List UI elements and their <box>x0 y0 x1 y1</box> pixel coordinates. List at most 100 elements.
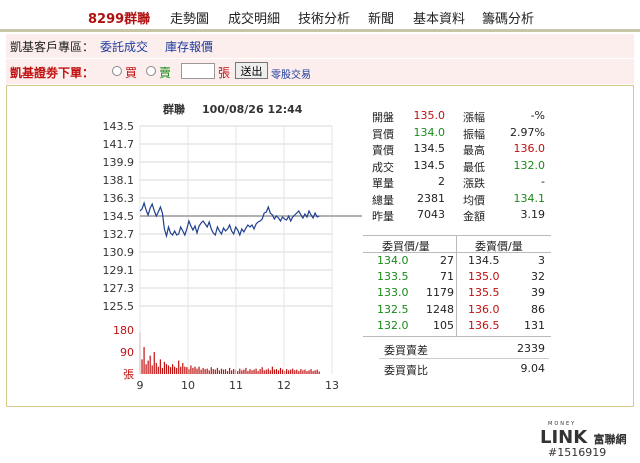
order-title: 凱基證劵下單： <box>10 66 95 80</box>
x-tick-label: 13 <box>325 379 339 392</box>
buy-radio[interactable] <box>112 66 122 76</box>
book-top-border <box>363 235 551 236</box>
y-tick-label: 125.5 <box>103 300 135 313</box>
y-tick-label: 127.3 <box>103 282 135 295</box>
ask-volume: 32 <box>531 270 545 284</box>
quote-label: 開盤 <box>372 111 394 124</box>
sell-radio[interactable] <box>146 66 156 76</box>
sell-label: 賣 <box>159 66 172 80</box>
bid-volume: 27 <box>440 254 454 267</box>
y-tick-label: 130.9 <box>103 246 135 259</box>
intraday-chart: 群聯 100/08/26 12:44 143.5 141.7 139.9 138.1 1… <box>103 102 362 392</box>
ratio-value: 9.04 <box>520 362 546 375</box>
y-tick-label: 129.1 <box>103 264 135 277</box>
link-orders[interactable]: 委託成交 <box>100 38 148 55</box>
summary-divider <box>379 358 549 359</box>
nav-trades[interactable]: 成交明細 <box>228 8 280 27</box>
volume-tick-label: 90 <box>120 346 134 359</box>
link-inventory[interactable]: 庫存報價 <box>165 38 213 55</box>
bid-volume: 1179 <box>426 286 454 300</box>
quote-label: 總量 <box>372 193 394 207</box>
quote-label: 漲跌 <box>463 177 485 190</box>
ratio-label: 委買賣比 <box>384 364 428 377</box>
order-bar: 凱基證劵下單： 買 賣 張 送出 零股交易 <box>6 59 634 84</box>
nav-news[interactable]: 新聞 <box>368 8 394 27</box>
ask-price: 135.5 <box>468 286 500 300</box>
unit-label: 張 <box>218 66 231 80</box>
ask-price: 136.0 <box>468 302 500 316</box>
quantity-input[interactable] <box>181 63 215 79</box>
send-button[interactable]: 送出 <box>235 62 268 79</box>
y-tick-label: 132.7 <box>103 228 135 241</box>
volume-tick-label: 180 <box>113 324 134 337</box>
volume-tick-label: 張 <box>123 368 134 381</box>
book-divider <box>456 235 457 336</box>
quote-label: 成交 <box>372 160 394 174</box>
price-line <box>139 201 320 239</box>
quote-label: 漲幅 <box>463 111 485 124</box>
nav-basic[interactable]: 基本資料 <box>413 8 465 27</box>
ask-volume: 86 <box>531 302 545 316</box>
y-tick-label: 139.9 <box>103 156 135 169</box>
quote-value: 136.0 <box>513 142 546 155</box>
image-code: #1516919 <box>548 446 607 459</box>
quote-label: 振幅 <box>463 127 485 141</box>
x-tick-label: 12 <box>277 379 291 392</box>
diff-label: 委買賣差 <box>384 344 428 357</box>
x-tick-label: 9 <box>137 379 144 392</box>
top-nav: 8299群聯 走勢圖 成交明細 技術分析 新聞 基本資料 籌碼分析 <box>0 0 640 32</box>
quote-label: 昨量 <box>372 210 394 223</box>
quote-value: 134.1 <box>513 191 546 205</box>
diff-value: 2339 <box>517 342 545 355</box>
quote-value: 2381 <box>417 191 445 205</box>
bid-volume: 1248 <box>426 302 454 316</box>
quote-value: 3.19 <box>520 208 546 221</box>
chart-title: 群聯 <box>162 102 185 116</box>
quote-value: 7043 <box>417 208 445 221</box>
quote-label: 買價 <box>372 127 394 141</box>
logo-link: LINK <box>540 427 588 448</box>
oddlot-link[interactable]: 零股交易 <box>271 66 311 81</box>
ask-volume: 131 <box>524 318 545 332</box>
bid-price: 134.0 <box>377 254 409 267</box>
ask-price: 134.5 <box>468 254 500 267</box>
y-tick-label: 141.7 <box>103 138 135 151</box>
chart-datetime: 100/08/26 12:44 <box>202 103 303 116</box>
nav-technical[interactable]: 技術分析 <box>298 8 350 27</box>
y-tick-label: 134.5 <box>103 210 135 223</box>
ask-price: 136.5 <box>468 318 500 332</box>
quote-label: 單量 <box>372 177 394 190</box>
quote-value: 134.5 <box>413 158 446 172</box>
y-tick-label: 143.5 <box>103 120 135 133</box>
quote-label: 最高 <box>463 144 485 157</box>
quote-value: 132.0 <box>513 158 546 172</box>
bid-price: 132.5 <box>377 302 409 316</box>
nav-chips[interactable]: 籌碼分析 <box>482 8 534 27</box>
quote-label: 賣價 <box>372 144 394 157</box>
quote-value: 2 <box>438 175 445 188</box>
quote-label: 均價 <box>463 193 485 207</box>
y-tick-label: 138.1 <box>103 174 135 187</box>
y-tick-label: 136.3 <box>103 192 135 205</box>
quote-value: 134.5 <box>413 142 446 155</box>
nav-stock[interactable]: 8299群聯 <box>88 8 150 27</box>
bid-price: 133.5 <box>377 270 409 284</box>
quote-panel: 群聯 100/08/26 12:44 143.5 141.7 139.9 138.1 1… <box>6 85 634 407</box>
broker-label: 凱基客戶專區： <box>10 40 95 54</box>
ask-volume: 3 <box>538 254 545 267</box>
ask-volume: 39 <box>531 286 545 300</box>
ask-price: 135.0 <box>468 270 500 284</box>
x-tick-label: 10 <box>181 379 195 392</box>
moneylink-logo: LINK 富聯網 <box>540 427 626 448</box>
nav-trend[interactable]: 走勢圖 <box>170 8 209 27</box>
buy-label: 買 <box>125 66 138 80</box>
book-bottom-border <box>363 336 551 337</box>
x-tick-label: 11 <box>229 379 243 392</box>
quote-value: 134.0 <box>413 125 446 139</box>
logo-cn: 富聯網 <box>593 433 627 446</box>
quote-value: 2.97% <box>510 125 545 139</box>
quote-value: - <box>541 175 545 188</box>
bid-volume: 105 <box>433 318 454 332</box>
bid-price: 133.0 <box>377 286 409 300</box>
quote-label: 金額 <box>463 210 485 223</box>
